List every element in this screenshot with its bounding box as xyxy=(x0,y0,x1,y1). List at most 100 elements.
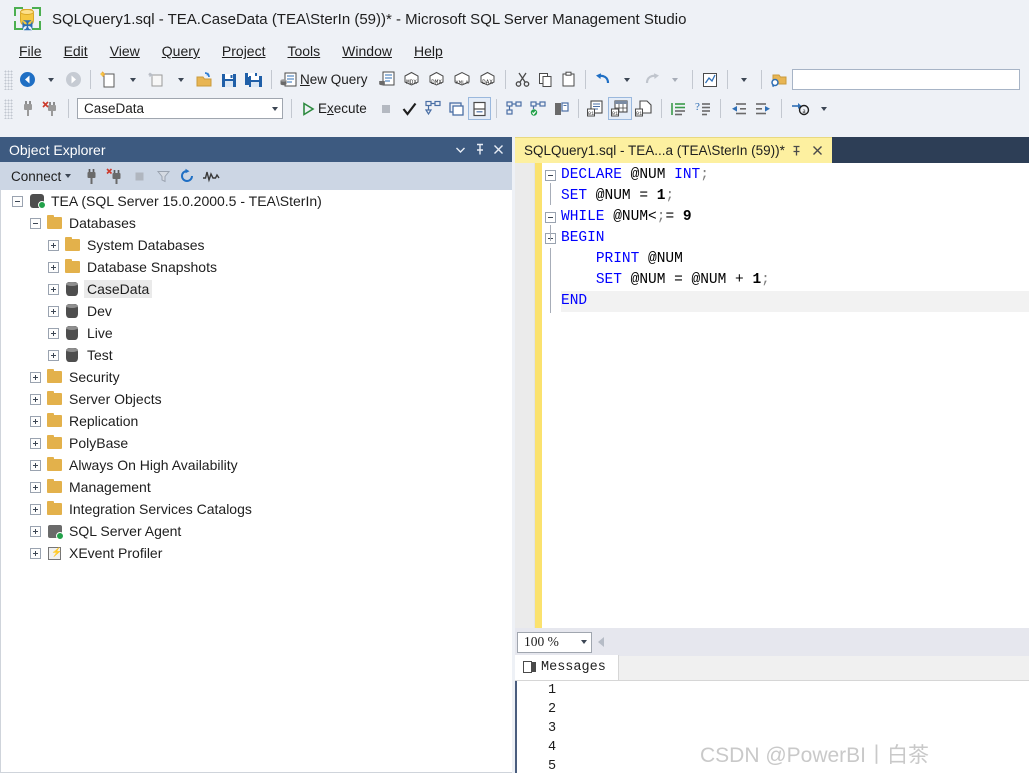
disconnect-button[interactable] xyxy=(39,97,63,120)
tab-pin-button[interactable] xyxy=(788,142,806,160)
tree-node-tea-sql-server-15-0-2000-5-tea-sterin[interactable]: TEA (SQL Server 15.0.2000.5 - TEA\SterIn… xyxy=(1,190,512,212)
undo-dropdown[interactable] xyxy=(616,68,639,91)
open-file-button[interactable] xyxy=(192,68,217,91)
fold-collapse-icon[interactable] xyxy=(545,212,556,223)
find-in-files-button[interactable] xyxy=(767,68,792,91)
expand-icon[interactable] xyxy=(48,305,59,317)
tab-close-button[interactable] xyxy=(809,142,827,160)
decrease-indent-button[interactable] xyxy=(726,97,751,120)
collapse-icon[interactable] xyxy=(30,217,41,229)
menu-query[interactable]: Query xyxy=(151,41,211,61)
sql-code-editor[interactable]: DECLARE @NUM INT; SET @NUM = 1; WHILE @NUM… xyxy=(515,163,1029,628)
expand-icon[interactable] xyxy=(30,547,41,559)
zoom-level-combo[interactable]: 100 % xyxy=(517,631,592,653)
code-line[interactable]: BEGIN xyxy=(561,228,1029,249)
expand-icon[interactable] xyxy=(30,503,41,515)
code-line[interactable]: DECLARE @NUM INT; xyxy=(561,165,1029,186)
expand-icon[interactable] xyxy=(30,415,41,427)
specify-template-values-button[interactable]: a xyxy=(787,97,813,120)
stop-button[interactable] xyxy=(375,97,398,120)
toolbar-grip[interactable] xyxy=(4,98,13,119)
cut-button[interactable] xyxy=(511,68,534,91)
menu-tools[interactable]: Tools xyxy=(276,41,331,61)
results-to-file-button[interactable]: 01 xyxy=(632,97,656,120)
include-client-statistics-button[interactable] xyxy=(526,97,550,120)
search-input[interactable] xyxy=(791,69,1020,90)
editor-code-lines[interactable]: DECLARE @NUM INT; SET @NUM = 1; WHILE @NUM… xyxy=(561,163,1029,628)
parse-button[interactable] xyxy=(398,97,421,120)
new-query-file-button[interactable] xyxy=(96,68,121,91)
expand-icon[interactable] xyxy=(30,393,41,405)
include-actual-execution-plan-button[interactable] xyxy=(467,97,491,120)
expand-icon[interactable] xyxy=(30,481,41,493)
auto-hide-pin-button[interactable] xyxy=(470,140,489,159)
tree-node-always-on-high-availability[interactable]: Always On High Availability xyxy=(1,454,512,476)
menu-file[interactable]: File xyxy=(8,41,53,61)
connect-dropdown-button[interactable]: Connect xyxy=(8,166,79,187)
tree-node-casedata[interactable]: CaseData xyxy=(1,278,512,300)
oe-disconnect-button[interactable] xyxy=(80,165,102,187)
activity-monitor-button[interactable] xyxy=(200,165,222,187)
expand-icon[interactable] xyxy=(30,437,41,449)
menu-window[interactable]: Window xyxy=(331,41,403,61)
collapse-icon[interactable] xyxy=(12,195,23,207)
new-dmx-query-button[interactable]: DMX xyxy=(424,68,449,91)
analyze-query-button[interactable] xyxy=(698,68,722,91)
menu-edit[interactable]: Edit xyxy=(53,41,99,61)
connect-button[interactable] xyxy=(16,97,39,120)
navigate-back-button[interactable] xyxy=(16,68,39,91)
tree-node-database-snapshots[interactable]: Database Snapshots xyxy=(1,256,512,278)
results-to-text-button[interactable]: 01 xyxy=(584,97,608,120)
code-line[interactable]: SET @NUM = @NUM + 1; xyxy=(561,270,1029,291)
tree-node-databases[interactable]: Databases xyxy=(1,212,512,234)
menu-project[interactable]: Project xyxy=(211,41,277,61)
new-project-button[interactable] xyxy=(144,68,169,91)
expand-icon[interactable] xyxy=(30,459,41,471)
oe-disconnect-x-button[interactable] xyxy=(104,165,126,187)
window-position-dropdown-button[interactable] xyxy=(451,140,470,159)
new-project-dropdown[interactable] xyxy=(169,68,192,91)
toolbar-overflow-button[interactable] xyxy=(733,68,756,91)
tree-node-server-objects[interactable]: Server Objects xyxy=(1,388,512,410)
uncomment-lines-button[interactable]: ? xyxy=(691,97,715,120)
comment-lines-button[interactable] xyxy=(667,97,691,120)
tree-node-replication[interactable]: Replication xyxy=(1,410,512,432)
undo-button[interactable] xyxy=(591,68,616,91)
fold-collapse-icon[interactable] xyxy=(545,170,556,181)
redo-dropdown[interactable] xyxy=(664,68,687,91)
new-xmla-query-button[interactable]: XMLA xyxy=(449,68,475,91)
tree-node-sql-server-agent[interactable]: SQL Server Agent xyxy=(1,520,512,542)
oe-refresh-button[interactable] xyxy=(176,165,198,187)
object-explorer-tree[interactable]: TEA (SQL Server 15.0.2000.5 - TEA\SterIn… xyxy=(0,190,512,773)
tree-node-test[interactable]: Test xyxy=(1,344,512,366)
expand-icon[interactable] xyxy=(48,349,59,361)
query-statistics-button[interactable] xyxy=(550,97,573,120)
new-query-file-dropdown[interactable] xyxy=(121,68,144,91)
redo-button[interactable] xyxy=(639,68,664,91)
menu-help[interactable]: Help xyxy=(403,41,454,61)
oe-filter-button[interactable] xyxy=(152,165,174,187)
navigate-forward-button[interactable] xyxy=(62,68,85,91)
expand-icon[interactable] xyxy=(48,261,59,273)
expand-icon[interactable] xyxy=(48,239,59,251)
code-line[interactable]: SET @NUM = 1; xyxy=(561,186,1029,207)
results-to-grid-button[interactable]: 01 xyxy=(607,97,632,120)
new-query-button[interactable]: New Query xyxy=(277,68,376,91)
expand-icon[interactable] xyxy=(30,371,41,383)
tree-node-integration-services-catalogs[interactable]: Integration Services Catalogs xyxy=(1,498,512,520)
new-db-engine-query-button[interactable] xyxy=(376,68,399,91)
increase-indent-button[interactable] xyxy=(751,97,776,120)
display-estimated-execution-plan-button[interactable] xyxy=(421,97,445,120)
expand-icon[interactable] xyxy=(48,327,59,339)
oe-stop-button[interactable] xyxy=(128,165,150,187)
save-all-button[interactable] xyxy=(241,68,266,91)
tab-messages[interactable]: Messages xyxy=(515,655,619,680)
messages-output[interactable]: 123456789Completion time: 2022-02-11T19:… xyxy=(515,681,1029,773)
close-object-explorer-button[interactable] xyxy=(489,140,508,159)
tree-node-dev[interactable]: Dev xyxy=(1,300,512,322)
copy-button[interactable] xyxy=(534,68,557,91)
tree-node-polybase[interactable]: PolyBase xyxy=(1,432,512,454)
editor-tab-sqlquery1[interactable]: SQLQuery1.sql - TEA...a (TEA\SterIn (59)… xyxy=(515,137,832,163)
query-options-button[interactable] xyxy=(445,97,468,120)
tree-node-xevent-profiler[interactable]: XEvent Profiler xyxy=(1,542,512,564)
